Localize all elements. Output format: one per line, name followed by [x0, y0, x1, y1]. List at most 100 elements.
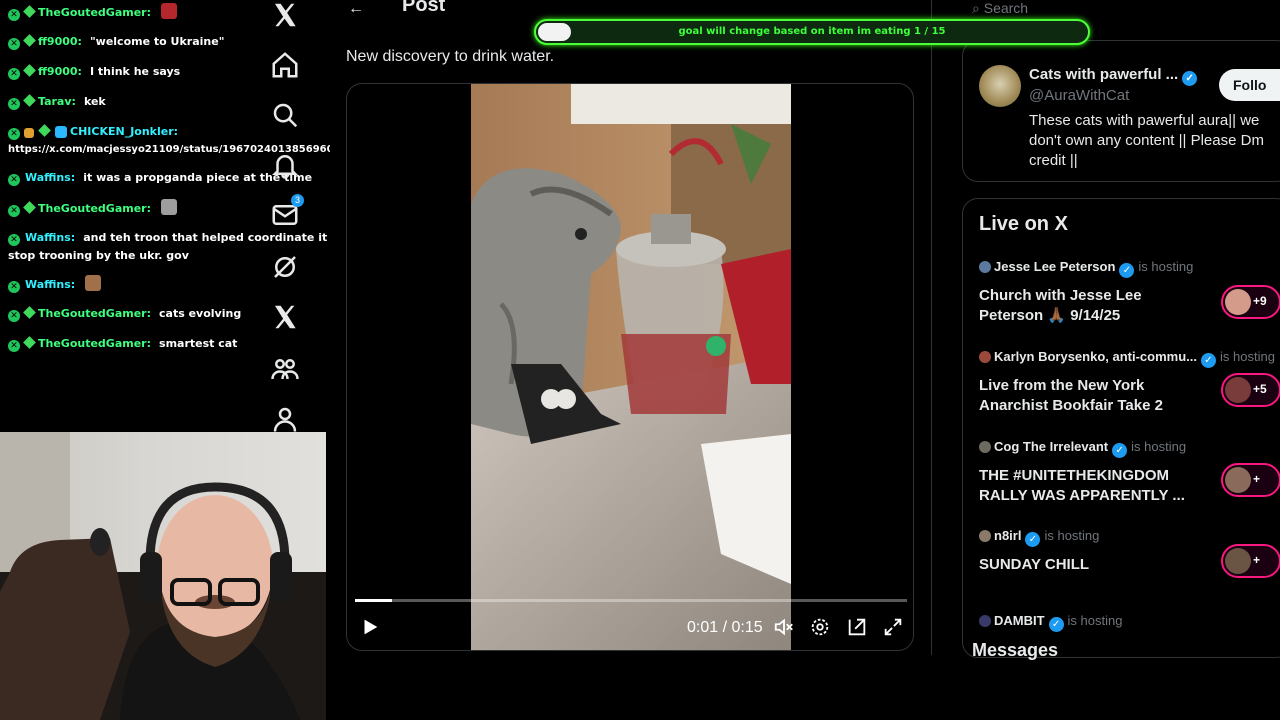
- chat-username: ff9000:: [38, 65, 82, 78]
- profile-card: Cats with pawerful ... ✓ @AuraWithCat The…: [962, 40, 1280, 182]
- messages-drawer-title[interactable]: Messages: [972, 640, 1058, 661]
- play-icon[interactable]: [359, 616, 381, 643]
- chat-message: ✕ ff9000: "welcome to Ukraine": [8, 33, 224, 51]
- host-name: n8irl: [994, 528, 1022, 543]
- hosting-label: is hosting: [1131, 439, 1187, 454]
- chat-username: TheGoutedGamer:: [38, 307, 152, 320]
- messages-icon[interactable]: 3: [270, 194, 304, 230]
- settings-gear-icon[interactable]: [809, 616, 831, 643]
- hosting-label: is hosting: [1138, 259, 1194, 274]
- listeners-pill[interactable]: +: [1221, 463, 1280, 497]
- sub-badge-icon: [23, 336, 36, 349]
- live-title: Live on X: [979, 213, 1068, 235]
- mod-badge-icon: ✕: [8, 98, 20, 110]
- chat-text: I think he says: [89, 65, 181, 78]
- host-avatar: [979, 530, 991, 542]
- emote-icon: [161, 199, 178, 215]
- host-name: Jesse Lee Peterson: [994, 259, 1116, 274]
- mod-badge-icon: ✕: [8, 205, 20, 217]
- live-space-item[interactable]: Karlyn Borysenko, anti-commu... ✓ is hosti…: [979, 349, 1280, 416]
- sub-badge-icon: [23, 94, 36, 107]
- video-frame: [471, 84, 791, 650]
- sub-badge-icon: [23, 34, 36, 47]
- space-title: SUNDAY CHILL: [979, 556, 1090, 573]
- search-icon: ⌕: [972, 0, 984, 16]
- live-space-item[interactable]: n8irl ✓ is hosting SUNDAY CHILL +: [979, 528, 1280, 578]
- chat-message: ✕ Waffins:: [8, 275, 102, 294]
- chat-message: ✕ CHICKEN_Jonkler:: [8, 123, 186, 141]
- verified-badge-icon: ✓: [1048, 617, 1064, 632]
- arrow-left-icon[interactable]: ←: [348, 0, 364, 18]
- search-placeholder: Search: [983, 0, 1029, 16]
- webcam-feed: [0, 432, 326, 720]
- listeners-pill[interactable]: +5: [1221, 373, 1280, 407]
- fullscreen-icon[interactable]: [882, 616, 904, 643]
- follow-button[interactable]: Follo: [1219, 69, 1280, 101]
- chat-message: ✕ TheGoutedGamer:: [8, 199, 178, 218]
- chat-text: cats evolving: [159, 307, 242, 320]
- badge-icon: [24, 128, 34, 138]
- chat-username: Tarav:: [38, 95, 76, 108]
- live-space-item[interactable]: DAMBIT ✓ is hosting: [979, 613, 1280, 632]
- verified-badge-icon: ✓: [1112, 443, 1128, 458]
- video-thumbnail-cat-kettle: [471, 84, 791, 650]
- space-title: Live from the New York Anarchist Bookfai…: [979, 377, 1163, 414]
- chat-username: TheGoutedGamer:: [38, 6, 152, 19]
- page-title: Post: [402, 0, 446, 16]
- home-icon[interactable]: [270, 50, 300, 80]
- notifications-icon[interactable]: [270, 150, 300, 180]
- chat-text: smartest cat: [159, 337, 238, 350]
- communities-icon[interactable]: [270, 354, 300, 384]
- mod-badge-icon: ✕: [8, 281, 20, 293]
- listener-avatar: [1225, 548, 1251, 574]
- x-logo-icon[interactable]: [270, 0, 300, 30]
- badge-icon: [55, 126, 67, 138]
- avatar[interactable]: [979, 65, 1021, 107]
- listener-count: +: [1253, 472, 1261, 486]
- listeners-pill[interactable]: +9: [1221, 285, 1280, 319]
- mod-badge-icon: ✕: [8, 234, 20, 246]
- space-title: Church with Jesse Lee Peterson 🙏🏾 9/14/2…: [979, 287, 1142, 324]
- profile-handle[interactable]: @AuraWithCat: [1029, 87, 1129, 104]
- x-logo-icon[interactable]: [270, 302, 300, 332]
- chat-message: ✕ TheGoutedGamer: cats evolving: [8, 305, 241, 323]
- verified-badge-icon: ✓: [1025, 532, 1041, 547]
- chat-username: Waffins:: [25, 278, 76, 291]
- listeners-pill[interactable]: +: [1221, 544, 1280, 578]
- host-name: Karlyn Borysenko, anti-commu...: [994, 349, 1197, 364]
- sub-badge-icon: [23, 64, 36, 77]
- search-input[interactable]: ⌕ Search: [972, 0, 1028, 17]
- sub-badge-icon: [23, 201, 36, 214]
- post-text: New discovery to drink water.: [346, 48, 555, 65]
- profile-icon[interactable]: [270, 404, 300, 434]
- chat-username: ff9000:: [38, 35, 82, 48]
- chat-message: ✕ TheGoutedGamer: smartest cat: [8, 335, 237, 353]
- space-title: THE #UNITETHEKINGDOM RALLY WAS APPARENTL…: [979, 467, 1185, 504]
- hosting-label: is hosting: [1067, 613, 1123, 628]
- chat-username: TheGoutedGamer:: [38, 202, 152, 215]
- live-on-x-card: Live on X Jesse Lee Peterson ✓ is hosting …: [962, 198, 1280, 658]
- listener-count: +: [1253, 553, 1261, 567]
- video-progress-fill: [355, 599, 392, 602]
- chat-username: Waffins:: [25, 231, 76, 244]
- volume-icon[interactable]: [773, 616, 795, 643]
- mod-badge-icon: ✕: [8, 340, 20, 352]
- mod-badge-icon: ✕: [8, 9, 20, 21]
- host-name: DAMBIT: [994, 613, 1045, 628]
- live-space-item[interactable]: Cog The Irrelevant ✓ is hosting THE #UNITE…: [979, 439, 1280, 506]
- video-player[interactable]: 0:01 / 0:15: [346, 83, 914, 651]
- post-column: ← Post New discovery to drink water. 0:0…: [330, 0, 932, 655]
- grok-icon[interactable]: [270, 252, 300, 282]
- chat-username: CHICKEN_Jonkler:: [70, 125, 179, 138]
- verified-badge-icon: ✓: [1201, 353, 1216, 368]
- mod-badge-icon: ✕: [8, 174, 20, 186]
- search-icon[interactable]: [270, 100, 300, 130]
- chat-text: kek: [83, 95, 106, 108]
- live-space-item[interactable]: Jesse Lee Peterson ✓ is hosting Church wit…: [979, 259, 1280, 326]
- chat-text: "welcome to Ukraine": [89, 35, 225, 48]
- messages-badge: 3: [290, 194, 304, 207]
- chat-message: ✕ TheGoutedGamer:: [8, 3, 178, 22]
- video-progress-bar[interactable]: [355, 599, 907, 602]
- picture-in-picture-icon[interactable]: [846, 616, 868, 643]
- profile-name[interactable]: Cats with pawerful ... ✓: [1029, 66, 1198, 86]
